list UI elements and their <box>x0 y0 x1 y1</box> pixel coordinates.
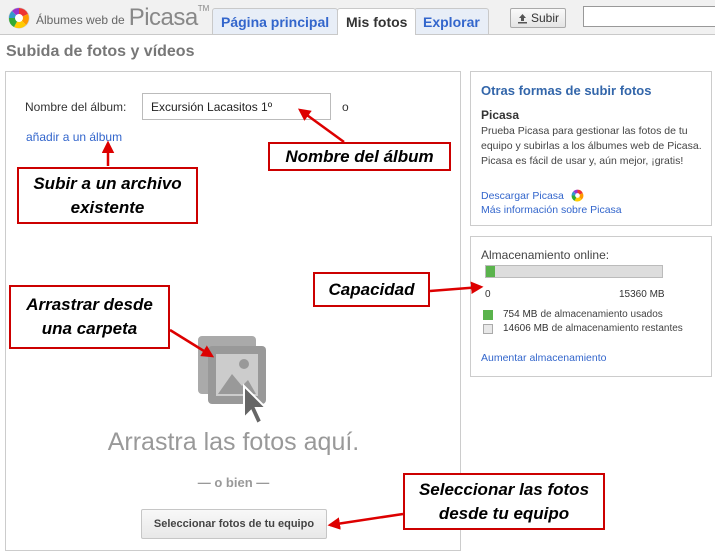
page-title: Subida de fotos y vídeos <box>6 43 195 60</box>
picasa-logo-icon <box>8 7 30 29</box>
other-upload-ways-panel: Otras formas de subir fotos Picasa Prueb… <box>470 71 712 226</box>
callout-existing-line1: Subir a un archivo <box>33 173 182 193</box>
increase-storage-link[interactable]: Aumentar almacenamiento <box>481 352 606 364</box>
more-info-picasa-link[interactable]: Más información sobre Picasa <box>481 204 622 216</box>
callout-select-line1: Seleccionar las fotos <box>418 479 590 499</box>
storage-panel: Almacenamiento online: 0 15360 MB 754 MB… <box>470 236 712 377</box>
callout-drag-line2: una carpeta <box>41 319 138 338</box>
upload-icon <box>517 13 527 23</box>
sidebar-subtitle: Picasa <box>481 108 520 122</box>
top-bar: Álbumes web de Picasa TM Página principa… <box>0 0 715 35</box>
used-value: 754 MB <box>503 309 538 320</box>
callout-album-name: Nombre del álbum <box>268 142 451 171</box>
storage-bar-fill <box>486 266 495 277</box>
sidebar-title: Otras formas de subir fotos <box>481 83 652 98</box>
tab-explore[interactable]: Explorar <box>414 8 489 34</box>
tab-my-photos[interactable]: Mis fotos <box>337 8 417 35</box>
tab-home[interactable]: Página principal <box>212 8 339 34</box>
or-text: o <box>342 100 349 114</box>
callout-select-line2: desde tu equipo <box>438 503 570 523</box>
callout-existing-line2: existente <box>70 197 145 217</box>
storage-max: 15360 MB <box>619 289 665 300</box>
or-divider: — o bien — <box>197 475 270 490</box>
album-name-input[interactable] <box>142 93 331 120</box>
download-picasa-row: Descargar Picasa <box>481 189 584 202</box>
logo-trademark: TM <box>197 3 210 13</box>
free-value: 14606 MB <box>503 323 549 334</box>
upload-button[interactable]: Subir <box>510 8 566 28</box>
callout-select-photos: Seleccionar las fotos desde tu equipo <box>403 473 605 530</box>
album-name-label: Nombre del álbum: <box>25 100 127 114</box>
storage-min: 0 <box>485 289 491 300</box>
callout-drag-folder: Arrastrar desde una carpeta <box>9 285 170 349</box>
drop-zone-text: Arrastra las fotos aquí. <box>107 428 360 456</box>
upload-button-label: Subir <box>530 11 559 25</box>
search-input[interactable] <box>583 6 715 27</box>
picasa-logo[interactable]: Álbumes web de Picasa TM <box>8 3 210 31</box>
download-picasa-link[interactable]: Descargar Picasa <box>481 190 564 202</box>
storage-label: Almacenamiento online: <box>481 248 610 262</box>
used-text: de almacenamiento usados <box>540 309 663 320</box>
storage-free-legend: 14606 MB de almacenamiento restantes <box>483 323 683 334</box>
add-to-album-link[interactable]: añadir a un álbum <box>26 130 122 144</box>
free-swatch <box>483 323 493 334</box>
drag-photos-icon[interactable] <box>194 334 274 426</box>
storage-used-legend: 754 MB de almacenamiento usados <box>483 309 663 320</box>
logo-wordmark: Picasa <box>128 4 199 31</box>
free-text: de almacenamiento restantes <box>551 323 683 334</box>
storage-bar <box>485 265 663 278</box>
picasa-icon <box>571 189 584 202</box>
used-swatch <box>483 309 493 320</box>
callout-drag-line1: Arrastrar desde <box>26 295 153 314</box>
callout-capacity: Capacidad <box>313 272 430 307</box>
sidebar-description: Prueba Picasa para gestionar las fotos d… <box>481 125 702 167</box>
callout-existing-album: Subir a un archivo existente <box>17 167 198 224</box>
logo-prefix: Álbumes web de <box>36 13 125 27</box>
select-photos-button[interactable]: Seleccionar fotos de tu equipo <box>141 509 327 539</box>
